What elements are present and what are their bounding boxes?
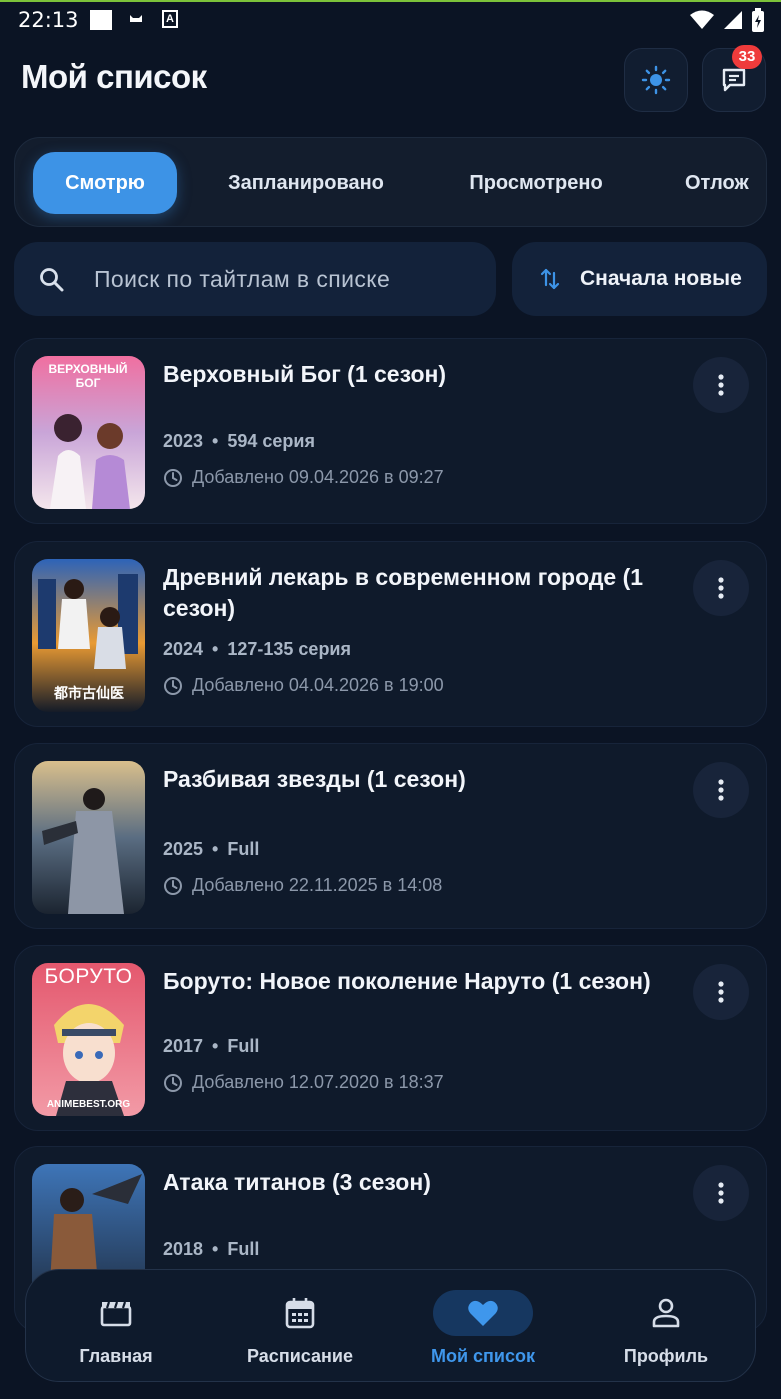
poster-caption-text: ANIMEBEST.ORG xyxy=(46,1099,131,1110)
search-box xyxy=(14,242,496,316)
more-vertical-icon xyxy=(718,779,724,801)
heart-icon xyxy=(433,1290,533,1336)
list-item[interactable]: Разбивая звезды (1 сезон) 2025 • Full Доба… xyxy=(14,743,767,929)
person-icon xyxy=(616,1290,716,1336)
nav-item-my-list[interactable]: Мой список xyxy=(403,1270,563,1383)
status-right-icons xyxy=(689,8,765,32)
sort-button[interactable]: Сначала новые xyxy=(512,242,767,316)
item-added: Добавлено 22.11.2025 в 14:08 xyxy=(163,875,442,896)
nav-label-schedule: Расписание xyxy=(247,1346,353,1366)
clock-icon xyxy=(164,876,182,895)
poster-image: 都市古仙医 xyxy=(32,559,145,712)
calendar-icon xyxy=(250,1290,350,1336)
item-year: 2025 xyxy=(163,839,204,859)
separator-dot: • xyxy=(212,431,219,451)
search-input[interactable] xyxy=(94,260,484,298)
theme-toggle-button[interactable] xyxy=(624,48,688,112)
bottom-navigation: Главная Расписание Мой список Профиль xyxy=(25,1269,756,1382)
tab-postponed[interactable]: Отлож xyxy=(665,152,766,214)
wifi-icon xyxy=(690,10,714,29)
item-year: 2024 xyxy=(163,639,204,659)
nav-item-schedule[interactable]: Расписание xyxy=(220,1270,380,1383)
list-item[interactable]: ВЕРХОВНЫЙ БОГ Верховный Бог (1 сезон) 20… xyxy=(14,338,767,524)
added-date: Добавлено 12.07.2020 в 18:37 xyxy=(192,1072,444,1092)
messages-button[interactable]: 33 xyxy=(702,45,766,112)
item-added: Добавлено 04.04.2026 в 19:00 xyxy=(163,675,444,696)
poster-title-text: ВЕРХОВНЫЙ БОГ xyxy=(48,362,128,390)
item-added: Добавлено 12.07.2020 в 18:37 xyxy=(163,1072,444,1093)
more-options-button[interactable] xyxy=(693,1165,749,1221)
added-date: Добавлено 09.04.2026 в 09:27 xyxy=(192,467,444,487)
item-episodes: 594 серия xyxy=(227,431,315,451)
page-title: Мой список xyxy=(21,58,207,95)
poster-image: ВЕРХОВНЫЙ БОГ xyxy=(32,356,145,509)
more-vertical-icon xyxy=(718,577,724,599)
more-options-button[interactable] xyxy=(693,357,749,413)
item-title: Древний лекарь в современном городе (1 с… xyxy=(163,564,644,621)
sort-arrows-icon xyxy=(540,268,560,290)
status-bar: 22:13 A xyxy=(0,2,781,36)
item-added: Добавлено 09.04.2026 в 09:27 xyxy=(163,467,444,488)
item-episodes: Full xyxy=(227,1036,260,1056)
tab-planned[interactable]: Запланировано xyxy=(193,152,419,214)
item-meta: 2017 • Full xyxy=(163,1036,259,1057)
chat-icon xyxy=(722,68,746,92)
search-icon xyxy=(40,268,64,292)
separator-dot: • xyxy=(212,639,219,659)
notification-square-icon xyxy=(90,10,112,30)
item-title: Разбивая звезды (1 сезон) xyxy=(163,766,466,792)
item-meta: 2025 • Full xyxy=(163,839,259,860)
item-year: 2018 xyxy=(163,1239,204,1259)
nav-label-home: Главная xyxy=(79,1346,153,1366)
nav-item-profile[interactable]: Профиль xyxy=(586,1270,746,1383)
item-title: Боруто: Новое поколение Наруто (1 сезон) xyxy=(163,968,651,994)
nav-item-home[interactable]: Главная xyxy=(36,1270,196,1383)
more-vertical-icon xyxy=(718,374,724,396)
nav-label-my-list: Мой список xyxy=(430,1346,536,1366)
cat-notification-icon xyxy=(130,15,142,22)
item-episodes: Full xyxy=(227,1239,260,1259)
tab-watching[interactable]: Смотрю xyxy=(33,152,177,214)
item-year: 2023 xyxy=(163,431,204,451)
item-episodes: 127-135 серия xyxy=(227,639,352,659)
separator-dot: • xyxy=(212,1036,219,1056)
item-year: 2017 xyxy=(163,1036,204,1056)
poster-title-text: БОРУТО xyxy=(44,965,133,988)
battery-icon xyxy=(752,8,764,32)
signal-icon xyxy=(724,11,742,29)
a-notification-icon: A xyxy=(162,10,178,28)
item-episodes: Full xyxy=(227,839,260,859)
added-date: Добавлено 22.11.2025 в 14:08 xyxy=(192,875,443,895)
item-title: Атака титанов (3 сезон) xyxy=(163,1169,431,1195)
tab-watched[interactable]: Просмотрено xyxy=(431,152,641,214)
nav-label-profile: Профиль xyxy=(623,1346,709,1366)
poster-image xyxy=(32,761,145,914)
separator-dot: • xyxy=(212,1239,219,1259)
poster-image: БОРУТО ANIMEBEST.ORG xyxy=(32,963,145,1116)
clapperboard-icon xyxy=(66,1290,166,1336)
more-options-button[interactable] xyxy=(693,964,749,1020)
list-item[interactable]: 都市古仙医 Древний лекарь в современном город… xyxy=(14,541,767,727)
sort-label: Сначала новые xyxy=(580,267,742,290)
clock-icon xyxy=(164,676,182,695)
item-meta: 2023 • 594 серия xyxy=(163,431,315,452)
list-item[interactable]: БОРУТО ANIMEBEST.ORG Боруто: Новое покол… xyxy=(14,945,767,1131)
more-vertical-icon xyxy=(718,981,724,1003)
item-meta: 2018 • Full xyxy=(163,1239,259,1260)
item-title: Верховный Бог (1 сезон) xyxy=(163,361,447,387)
notification-badge: 33 xyxy=(732,45,762,69)
poster-title-text: 都市古仙医 xyxy=(54,685,124,701)
more-options-button[interactable] xyxy=(693,762,749,818)
separator-dot: • xyxy=(212,839,219,859)
clock-icon xyxy=(164,1073,182,1092)
list-tabs: Смотрю Запланировано Просмотрено Отлож xyxy=(14,137,767,227)
more-vertical-icon xyxy=(718,1182,724,1204)
added-date: Добавлено 04.04.2026 в 19:00 xyxy=(192,675,444,695)
more-options-button[interactable] xyxy=(693,560,749,616)
clock-icon xyxy=(164,468,182,487)
item-meta: 2024 • 127-135 серия xyxy=(163,639,351,660)
sun-icon xyxy=(641,65,671,95)
status-time: 22:13 xyxy=(18,8,79,32)
